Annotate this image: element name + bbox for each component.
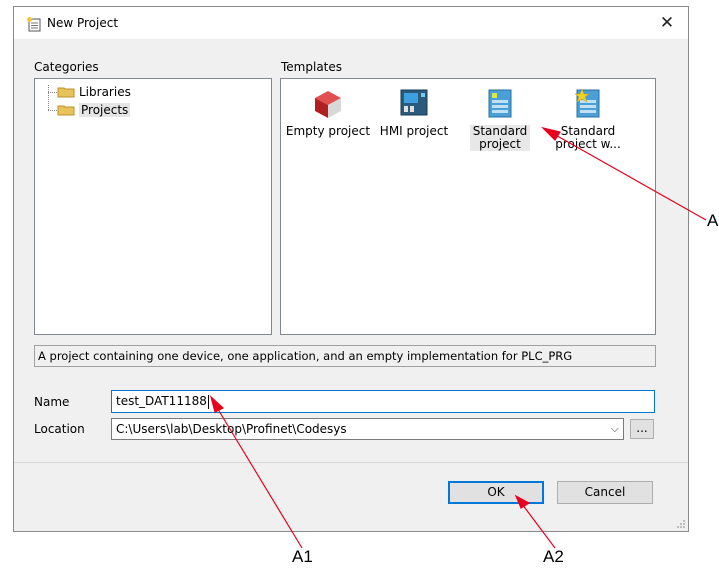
annotation-arrowhead: [514, 494, 531, 509]
annotation-label-a1: A1: [292, 547, 313, 566]
annotation-arrowhead: [541, 126, 561, 141]
annotation-label-a2: A2: [543, 547, 564, 566]
annotation-label-a: A: [707, 211, 719, 230]
annotation-overlay: [209, 126, 707, 549]
annotation-arrow-a2: [521, 503, 556, 549]
annotation-arrow-a: [551, 132, 707, 221]
annotation-arrow-a1: [215, 405, 303, 549]
annotation-arrowhead: [209, 395, 225, 413]
